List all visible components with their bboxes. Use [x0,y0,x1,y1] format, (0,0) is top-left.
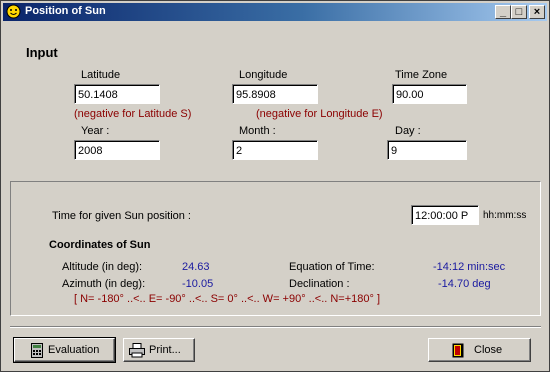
printer-icon [129,343,145,358]
maximize-icon: □ [515,6,523,18]
minimize-icon: _ [499,6,507,18]
latitude-label: Latitude [81,69,121,81]
minimize-button[interactable]: _ [495,5,511,19]
altitude-value: 24.63 [182,261,210,273]
day-input[interactable] [388,141,466,159]
timezone-input[interactable] [393,85,466,103]
day-field[interactable] [387,140,467,160]
latitude-field[interactable] [74,84,160,104]
longitude-field[interactable] [232,84,318,104]
latitude-input[interactable] [75,85,159,103]
time-label: Time for given Sun position : [52,210,191,222]
close-icon: × [533,6,541,18]
sun-face-icon [6,4,21,19]
print-label: Print... [149,344,181,356]
eot-value: -14:12 min:sec [433,261,506,273]
declination-label: Declination : [289,278,350,290]
day-label: Day : [395,125,421,137]
longitude-input[interactable] [233,85,317,103]
month-field[interactable] [232,140,318,160]
button-separator [10,326,541,328]
close-button[interactable]: Close [428,338,531,362]
exit-door-icon [452,343,464,358]
longitude-note: (negative for Longitude E) [256,108,383,120]
close-window-button[interactable]: × [529,5,545,19]
calculator-icon [31,343,43,358]
position-of-sun-window: Position of Sun _ □ × Input Latitude (ne… [0,0,550,372]
month-label: Month : [239,125,276,137]
window-title: Position of Sun [25,5,106,17]
timezone-field[interactable] [392,84,467,104]
eot-label: Equation of Time: [289,261,375,273]
altitude-label: Altitude (in deg): [62,261,143,273]
title-bar[interactable]: Position of Sun _ □ × [3,3,547,21]
evaluation-button[interactable]: Evaluation [13,337,116,363]
year-field[interactable] [74,140,160,160]
coords-heading: Coordinates of Sun [49,239,151,251]
azimuth-value: -10.05 [182,278,214,290]
timezone-label: Time Zone [395,69,448,81]
azimuth-label: Azimuth (in deg): [62,278,146,290]
year-label: Year : [81,125,110,137]
year-input[interactable] [75,141,159,159]
print-button[interactable]: Print... [123,338,195,362]
time-input[interactable] [412,206,478,224]
latitude-note: (negative for Latitude S) [74,108,192,120]
time-field[interactable] [411,205,479,225]
maximize-button[interactable]: □ [511,5,527,19]
month-input[interactable] [233,141,317,159]
evaluation-label: Evaluation [48,344,100,356]
close-label: Close [474,344,503,356]
azimuth-legend: [ N= -180° ..<.. E= -90° ..<.. S= 0° ..<… [74,293,381,305]
input-heading: Input [26,45,58,60]
declination-value: -14.70 deg [438,278,491,290]
time-unit: hh:mm:ss [483,210,527,221]
longitude-label: Longitude [239,69,288,81]
